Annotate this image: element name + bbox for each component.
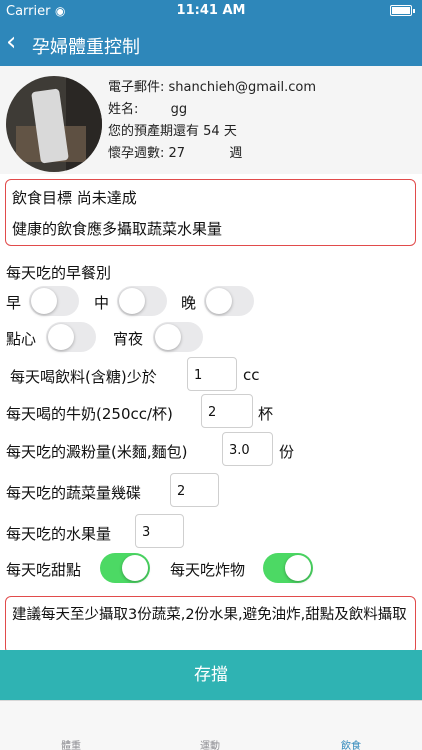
- name-label: 姓名:: [108, 102, 139, 117]
- name-value: gg: [170, 102, 188, 117]
- milk-label: 每天喝的牛奶(250cc/杯): [6, 405, 173, 423]
- breakfast-title: 每天吃的早餐別: [6, 264, 112, 282]
- weeks-label: 懷孕週數:: [108, 146, 165, 161]
- dessert-toggle[interactable]: [100, 553, 150, 583]
- fried-label: 每天吃炸物: [170, 561, 246, 579]
- breakfast-noon-toggle[interactable]: [117, 286, 167, 316]
- vegetables-input[interactable]: 2: [170, 473, 219, 507]
- snack-toggle[interactable]: [46, 322, 96, 352]
- advice-box: 建議每天至少攝取3份蔬菜,2份水果,避免油炸,甜點及飲料攝取: [5, 596, 416, 654]
- drinks-unit: cc: [243, 366, 260, 384]
- dessert-label: 每天吃甜點: [6, 561, 82, 579]
- profile-header: 電子郵件: shanchieh@gmail.com 姓名: gg 您的預產期還有…: [0, 66, 422, 174]
- starch-input[interactable]: 3.0: [222, 432, 273, 466]
- due-value: 54: [203, 124, 220, 139]
- chevron-left-icon[interactable]: ‹: [6, 28, 16, 56]
- vegetables-label: 每天吃的蔬菜量幾碟: [6, 484, 142, 502]
- goal-status: 飲食目標 尚未達成: [12, 189, 137, 207]
- goal-message: 健康的飲食應多攝取蔬菜水果量: [12, 220, 223, 238]
- fruit-label: 每天吃的水果量: [6, 525, 112, 543]
- fried-toggle[interactable]: [263, 553, 313, 583]
- tab-exercise[interactable]: 運動: [180, 737, 240, 750]
- due-label: 您的預產期還有: [108, 124, 200, 139]
- breakfast-early-label: 早: [6, 294, 22, 312]
- starch-unit: 份: [279, 443, 295, 461]
- starch-label: 每天吃的澱粉量(米麵,麵包): [6, 443, 188, 461]
- milk-unit: 杯: [258, 405, 274, 423]
- weeks-value: 27: [168, 146, 186, 161]
- drinks-input[interactable]: 1: [187, 357, 237, 391]
- clock: 11:41 AM: [176, 3, 246, 18]
- name-row: 姓名: gg: [108, 98, 187, 117]
- goal-status-box: 飲食目標 尚未達成 健康的飲食應多攝取蔬菜水果量: [5, 179, 416, 246]
- drinks-label: 每天喝飲料(含糖)少於: [10, 368, 157, 386]
- late-night-label: 宵夜: [113, 330, 144, 348]
- weeks-unit: 週: [229, 146, 243, 161]
- advice-text: 建議每天至少攝取3份蔬菜,2份水果,避免油炸,甜點及飲料攝取: [12, 607, 407, 623]
- due-row: 您的預產期還有 54 天: [108, 120, 237, 139]
- email-row: 電子郵件: shanchieh@gmail.com: [108, 76, 316, 95]
- breakfast-night-toggle[interactable]: [204, 286, 254, 316]
- email-label: 電子郵件:: [108, 80, 165, 95]
- nav-bar: ‹ 孕婦體重控制: [0, 22, 422, 66]
- late-night-toggle[interactable]: [153, 322, 203, 352]
- due-unit: 天: [223, 124, 237, 139]
- email-value: shanchieh@gmail.com: [168, 80, 316, 95]
- save-button[interactable]: 存擋: [0, 650, 422, 700]
- status-bar: Carrier ◉ 11:41 AM: [0, 0, 422, 22]
- avatar: [6, 76, 102, 172]
- breakfast-noon-label: 中: [94, 294, 110, 312]
- page-title: 孕婦體重控制: [32, 37, 140, 58]
- fruit-input[interactable]: 3: [135, 514, 184, 548]
- milk-input[interactable]: 2: [201, 394, 253, 428]
- breakfast-night-label: 晚: [181, 294, 197, 312]
- battery-icon: [390, 5, 415, 16]
- tab-bar: 體重 運動 飲食: [0, 700, 422, 750]
- breakfast-early-toggle[interactable]: [29, 286, 79, 316]
- tab-diet[interactable]: 飲食: [321, 737, 381, 750]
- weeks-row: 懷孕週數: 27 週: [108, 142, 242, 161]
- tab-weight[interactable]: 體重: [41, 737, 101, 750]
- snack-label: 點心: [6, 330, 37, 348]
